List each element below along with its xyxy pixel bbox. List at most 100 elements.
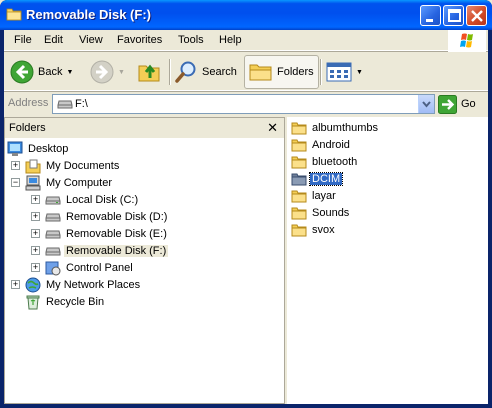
back-button[interactable]: Back ▼: [10, 55, 73, 89]
address-value: F:\: [75, 98, 88, 110]
tree-item-label: Removable Disk (D:): [66, 210, 168, 223]
folder-icon: [291, 190, 307, 202]
minimize-button[interactable]: [420, 5, 441, 26]
menu-bar: File Edit View Favorites Tools Help: [4, 30, 488, 52]
list-item-svox[interactable]: svox: [291, 221, 337, 238]
tree-item-label: My Documents: [46, 159, 120, 172]
list-item-bluetooth[interactable]: bluetooth: [291, 153, 359, 170]
removable-disk-icon: [57, 100, 73, 109]
views-dropdown-icon[interactable]: ▼: [356, 69, 363, 76]
tree-item-local-disk-c[interactable]: Local Disk (C:): [45, 191, 140, 208]
views-button[interactable]: ▼: [326, 55, 363, 89]
tree-item-label: Recycle Bin: [46, 295, 105, 308]
back-arrow-icon: [10, 60, 34, 84]
close-button[interactable]: [466, 5, 487, 26]
tree-item-control-panel[interactable]: Control Panel: [45, 259, 135, 276]
tree-item-my-documents[interactable]: My Documents: [25, 157, 121, 174]
menu-file[interactable]: File: [14, 34, 32, 46]
tree-item-my-network-places[interactable]: My Network Places: [25, 276, 142, 293]
chevron-down-icon: [422, 101, 431, 108]
forward-arrow-icon: [90, 60, 114, 84]
window-body: File Edit View Favorites Tools Help Back…: [4, 30, 488, 404]
removable-disk-icon: [45, 247, 61, 255]
folder-icon: [6, 8, 22, 21]
explorer-window: Removable Disk (F:) File Edit View Favor…: [0, 0, 492, 408]
expand-toggle[interactable]: +: [31, 246, 40, 255]
menu-help[interactable]: Help: [219, 34, 242, 46]
local-disk-icon: [45, 196, 61, 204]
up-folder-button[interactable]: [137, 55, 163, 89]
file-name: Sounds: [312, 206, 350, 219]
control-panel-icon: [45, 261, 61, 275]
tree-item-label: Removable Disk (E:): [66, 227, 167, 240]
title-bar[interactable]: Removable Disk (F:): [0, 0, 492, 30]
expand-toggle[interactable]: +: [31, 229, 40, 238]
address-label: Address: [8, 97, 49, 109]
folders-label: Folders: [277, 66, 314, 78]
maximize-button[interactable]: [443, 5, 464, 26]
menu-edit[interactable]: Edit: [44, 34, 63, 46]
folders-pane: Folders ✕ Desktop + My Documents − My Co…: [4, 117, 285, 404]
up-folder-icon: [138, 64, 160, 82]
go-label: Go: [461, 98, 476, 110]
tree-item-label: Control Panel: [66, 261, 133, 274]
folder-icon: [291, 224, 307, 236]
expand-toggle[interactable]: +: [31, 263, 40, 272]
list-item-albumthumbs[interactable]: albumthumbs: [291, 119, 380, 136]
folder-icon: [291, 156, 307, 168]
menu-favorites[interactable]: Favorites: [117, 34, 162, 46]
maximize-icon: [448, 9, 461, 22]
collapse-toggle[interactable]: −: [11, 178, 20, 187]
toolbar-separator: [169, 59, 170, 85]
go-button[interactable]: Go: [438, 94, 484, 114]
list-item-layar[interactable]: layar: [291, 187, 338, 204]
expand-toggle[interactable]: +: [11, 161, 20, 170]
my-computer-icon: [25, 175, 41, 190]
search-button[interactable]: Search: [174, 55, 237, 89]
expand-toggle[interactable]: +: [31, 195, 40, 204]
tree-item-label: My Network Places: [46, 278, 141, 291]
tree-item-label: Desktop: [28, 142, 69, 155]
tree-item-recycle-bin[interactable]: Recycle Bin: [25, 293, 106, 310]
address-input[interactable]: F:\: [52, 94, 435, 114]
back-label: Back: [38, 66, 63, 78]
file-name: svox: [312, 223, 335, 236]
expand-toggle[interactable]: +: [31, 212, 40, 221]
file-name: bluetooth: [312, 155, 358, 168]
folder-icon: [291, 173, 307, 185]
toolbar-separator: [320, 59, 321, 85]
close-pane-icon[interactable]: ✕: [267, 120, 278, 136]
file-name: Android: [312, 138, 350, 151]
expand-toggle[interactable]: +: [11, 280, 20, 289]
search-label: Search: [202, 66, 237, 78]
menu-view[interactable]: View: [79, 34, 103, 46]
tree-item-my-computer[interactable]: My Computer: [25, 174, 114, 191]
forward-button[interactable]: ▼: [90, 55, 125, 89]
folder-icon: [291, 122, 307, 134]
tree-item-removable-disk-d[interactable]: Removable Disk (D:): [45, 208, 169, 225]
folders-pane-header: Folders ✕: [5, 118, 284, 138]
back-dropdown-icon[interactable]: ▼: [66, 69, 73, 76]
standard-toolbar: Back ▼ ▼ Search Folders ▼: [4, 53, 488, 91]
recycle-bin-icon: [26, 295, 40, 309]
tree-item-label: Removable Disk (F:): [64, 244, 169, 257]
window-title: Removable Disk (F:): [26, 7, 151, 22]
list-item-android[interactable]: Android: [291, 136, 352, 153]
folder-icon: [291, 139, 307, 151]
menu-tools[interactable]: Tools: [178, 34, 204, 46]
folders-button[interactable]: Folders: [244, 55, 319, 89]
windows-logo-icon: [448, 30, 486, 52]
tree-item-desktop[interactable]: Desktop: [7, 140, 70, 157]
forward-dropdown-icon[interactable]: ▼: [118, 69, 125, 76]
address-bar: Address F:\ Go: [4, 92, 488, 116]
my-documents-icon: [25, 159, 41, 173]
tree-item-removable-disk-f[interactable]: Removable Disk (F:): [45, 242, 169, 259]
address-dropdown-button[interactable]: [418, 95, 434, 113]
folders-pane-title: Folders: [9, 122, 46, 134]
file-name: DCIM: [308, 171, 344, 186]
list-item-sounds[interactable]: Sounds: [291, 204, 351, 221]
tree-item-removable-disk-e[interactable]: Removable Disk (E:): [45, 225, 169, 242]
go-arrow-icon: [438, 94, 457, 114]
list-item-dcim[interactable]: DCIM: [291, 170, 344, 187]
file-name: albumthumbs: [312, 121, 379, 134]
